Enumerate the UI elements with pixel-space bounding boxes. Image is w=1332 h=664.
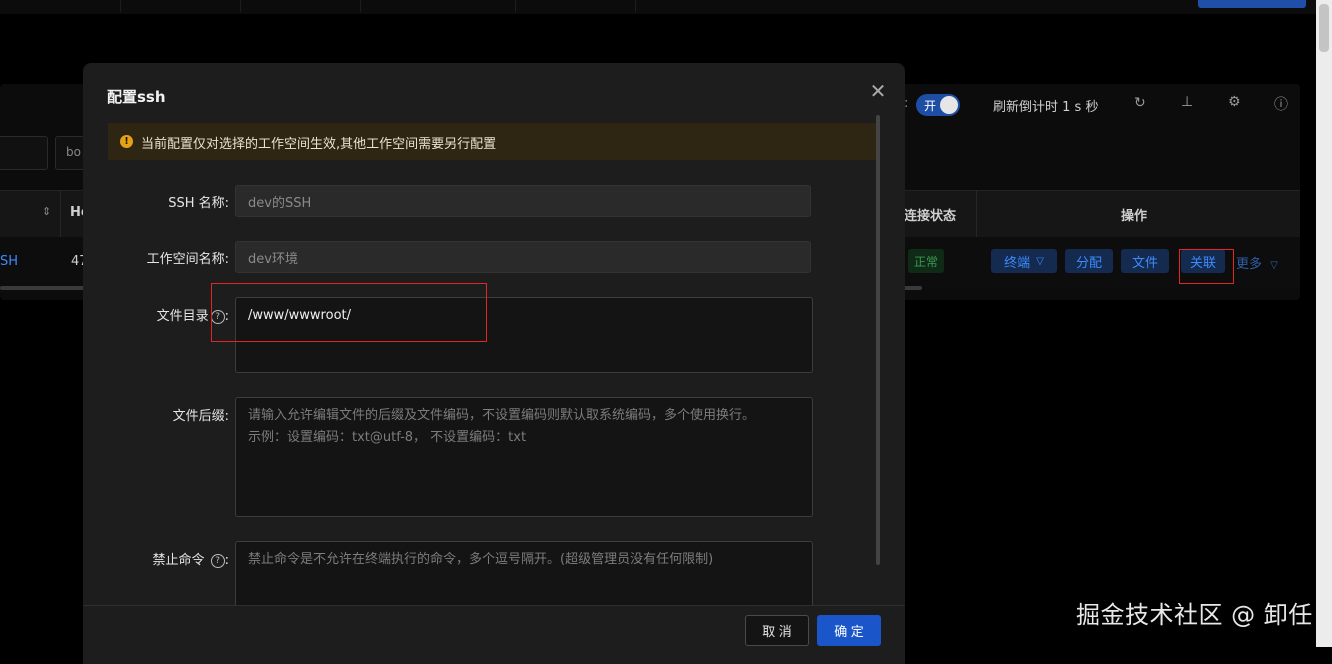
ssh-name-value: dev的SSH [248,195,312,211]
terminal-button-label: 终端 [1004,254,1031,270]
file-suffix-placeholder-example: 示例：设置编码：txt@utf-8， 不设置编码：txt [248,430,527,445]
watermark-text: 掘金技术社区 @ 卸任 [1076,601,1313,629]
file-suffix-placeholder: 请输入允许编辑文件的后缀及文件编码，不设置编码则默认取系统编码，多个使用换行。 [248,408,756,423]
workspace-name-label: 工作空间名称: [146,252,229,267]
confirm-button[interactable]: 确 定 [817,615,881,646]
help-icon[interactable]: ? [210,554,225,568]
help-icon[interactable]: ⓘ [1274,94,1288,114]
chevron-down-icon: ▽ [1036,255,1044,267]
warning-icon: ! [120,135,133,148]
toggle-knob [940,96,958,114]
workspace-name-input[interactable]: dev环境 [235,241,811,273]
terminal-button[interactable]: 终端 ▽ [991,249,1057,273]
file-dir-label-text: 文件目录 [156,309,209,324]
column-header-actions: 操作 [1121,209,1148,224]
alert-text: 当前配置仅对选择的工作空间生效,其他工作空间需要另行配置 [141,137,497,152]
scrollbar-thumb[interactable] [1319,4,1329,52]
file-suffix-label: 文件后缀: [172,409,229,424]
ssh-name-link[interactable]: SH [0,254,18,269]
auto-refresh-toggle[interactable]: 开 [916,94,960,116]
assign-button[interactable]: 分配 [1065,249,1113,273]
warning-alert: ! 当前配置仅对选择的工作空间生效,其他工作空间需要另行配置 [108,123,876,160]
forbidden-cmd-label: 禁止命令 ?: [152,549,229,568]
dialog-footer: 取 消 确 定 [83,605,905,664]
dialog-title: 配置ssh [107,88,166,106]
workspace-name-value: dev环境 [248,251,298,267]
filter-input[interactable] [0,136,48,170]
column-height-icon[interactable]: ⊥ [1181,94,1193,110]
ssh-name-input[interactable]: dev的SSH [235,185,811,217]
toggle-label: 开 [924,99,937,113]
config-ssh-dialog: 配置ssh ✕ ! 当前配置仅对选择的工作空间生效,其他工作空间需要另行配置 S… [83,63,905,664]
top-primary-button[interactable] [1198,0,1306,8]
sort-icon[interactable]: ⇕ [42,205,51,218]
forbidden-cmd-label-text: 禁止命令 [152,553,205,568]
refresh-icon[interactable]: ↻ [1134,95,1146,111]
top-tab[interactable] [120,0,241,12]
column-header-status: 连接状态 [904,209,957,224]
highlight-box [211,283,487,342]
file-button[interactable]: 文件 [1121,249,1169,273]
highlight-box [1179,249,1234,284]
dialog-scrollbar[interactable] [876,115,880,565]
top-tab[interactable] [0,0,121,12]
top-tab[interactable] [240,0,361,12]
refresh-countdown: 刷新倒计时 1 s 秒 [993,100,1099,115]
settings-icon[interactable]: ⚙ [1228,94,1241,110]
cancel-button[interactable]: 取 消 [745,615,809,646]
more-label: 更多 [1236,257,1263,272]
status-badge: 正常 [908,249,944,273]
forbidden-cmd-placeholder: 禁止命令是不允许在终端执行的命令，多个逗号隔开。(超级管理员没有任何限制) [248,552,714,567]
page-scrollbar[interactable] [1316,0,1332,647]
close-icon[interactable]: ✕ [866,79,890,103]
filter-select-text: bo [66,145,81,159]
top-tab[interactable] [520,0,636,12]
top-bar [0,0,1316,14]
ssh-name-label: SSH 名称: [168,196,229,211]
more-dropdown[interactable]: 更多 ▽ [1236,253,1278,272]
label-colon: : [224,553,229,568]
file-suffix-textarea[interactable]: 请输入允许编辑文件的后缀及文件编码，不设置编码则默认取系统编码，多个使用换行。 … [235,397,813,517]
chevron-down-icon: ▽ [1270,260,1278,271]
top-tab[interactable] [360,0,516,12]
